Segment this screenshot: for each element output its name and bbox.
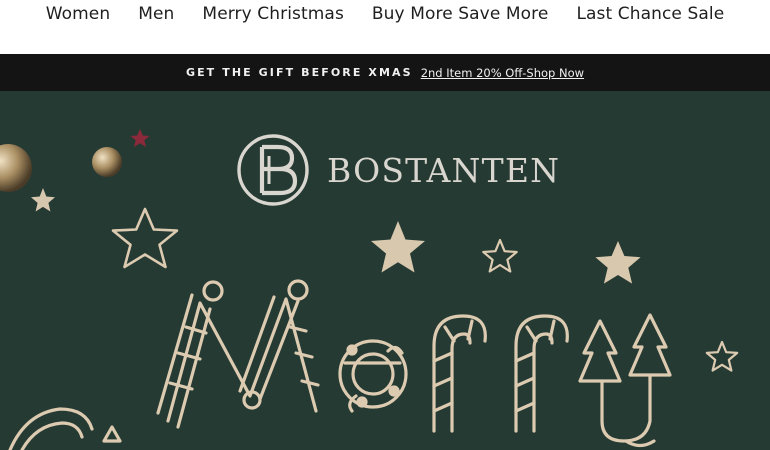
top-navigation: Women Men Merry Christmas Buy More Save … (0, 0, 770, 54)
star-outline-icon (482, 238, 518, 273)
star-icon (371, 221, 425, 273)
nav-link-last-chance-sale[interactable]: Last Chance Sale (576, 4, 724, 24)
star-outline-icon (705, 340, 739, 372)
christmas-hero-banner[interactable]: BOSTANTEN (0, 91, 770, 450)
nav-link-men[interactable]: Men (138, 4, 174, 24)
star-icon (595, 241, 641, 284)
red-star-icon (130, 129, 150, 147)
nav-link-women[interactable]: Women (46, 4, 111, 24)
bostanten-logo-icon (237, 134, 309, 206)
announcement-shop-link[interactable]: 2nd Item 20% Off-Shop Now (421, 66, 584, 80)
gold-ornament-small (92, 147, 122, 177)
star-icon (31, 188, 55, 212)
announcement-bar: GET THE GIFT BEFORE XMAS 2nd Item 20% Of… (0, 54, 770, 91)
nav-link-buy-more-save-more[interactable]: Buy More Save More (372, 4, 549, 24)
gold-ornament-left (0, 144, 32, 192)
star-outline-icon (111, 207, 179, 269)
merry-lettering-art (8, 279, 672, 450)
brand-name: BOSTANTEN (327, 151, 561, 190)
main-menu: Women Men Merry Christmas Buy More Save … (0, 4, 770, 24)
nav-link-merry-christmas[interactable]: Merry Christmas (202, 4, 343, 24)
hero-artwork (0, 129, 739, 450)
announcement-text: GET THE GIFT BEFORE XMAS (185, 66, 413, 79)
